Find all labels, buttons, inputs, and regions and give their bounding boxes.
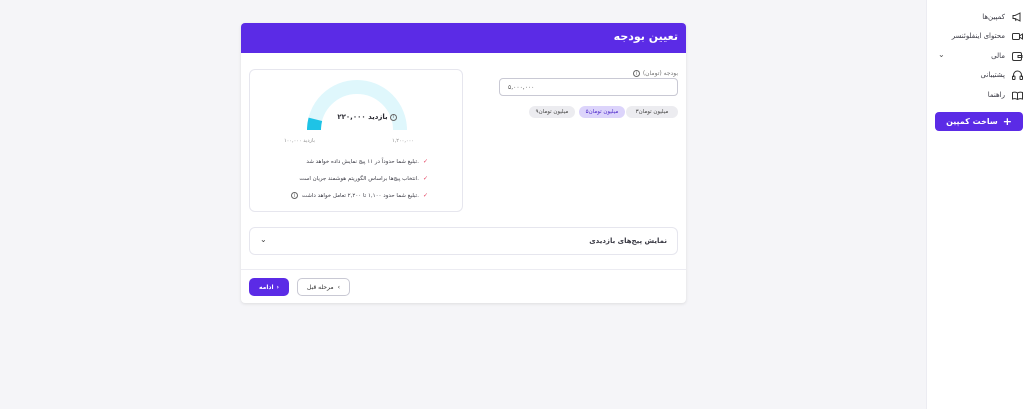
budget-chip-3m[interactable]: ۳میلیون تومان [626, 106, 678, 118]
estimate-bullet: انتخاب پیج‌ها براساس الگوریتم هوشمند جری… [299, 175, 428, 182]
budget-input[interactable] [499, 78, 678, 96]
budget-chip-5m[interactable]: ۵میلیون تومان [579, 106, 625, 118]
plus-icon: + [1002, 115, 1012, 128]
sidebar-item-campaigns[interactable]: کمپین‌ها [935, 9, 1023, 25]
budget-label-text: بودجه (تومان) [642, 70, 678, 77]
continue-label: ادامه [258, 283, 274, 291]
check-icon: ✓ [422, 158, 428, 165]
budget-chip-9m[interactable]: ۹میلیون تومان [529, 106, 575, 118]
sidebar-item-label: پشتیبانی [980, 71, 1005, 79]
card-header: تعیین بودجه [241, 23, 686, 53]
chevron-left-icon: ‹ [337, 283, 340, 291]
gauge-value-text: ۲۲۰,۰۰۰ بازدید [337, 113, 388, 121]
chevron-right-icon: › [276, 283, 280, 291]
gauge-fill [307, 117, 323, 131]
sidebar-item-support[interactable]: پشتیبانی [935, 67, 1023, 83]
check-icon: ✓ [422, 192, 428, 199]
estimate-bullet: تبلیغ شما حدوداً در ۱۱ پیج نمایش داده خو… [306, 158, 428, 165]
headphones-icon [1011, 69, 1023, 81]
gauge-min-label: ۱۰۰,۰۰۰ بازدید [284, 138, 315, 144]
info-icon[interactable]: i [389, 113, 397, 121]
estimate-bullet: i تبلیغ شما حدود ۱,۱۰۰ تا ۲,۲۰۰ تعامل خو… [290, 192, 428, 199]
sidebar-item-finance[interactable]: ⌄ مالی [935, 48, 1023, 64]
estimate-bullet-text: انتخاب پیج‌ها براساس الگوریتم هوشمند جری… [299, 175, 419, 182]
page-title: تعیین بودجه [613, 30, 678, 43]
chip-label: ۹میلیون تومان [535, 109, 569, 115]
previous-label: مرحله قبل [307, 283, 334, 291]
create-campaign-button[interactable]: ساخت کمپین + [935, 112, 1023, 131]
chip-label: ۳میلیون تومان [635, 109, 669, 115]
sidebar-item-guide[interactable]: راهنما [935, 87, 1023, 103]
sidebar-item-label: راهنما [987, 91, 1005, 99]
previous-step-button[interactable]: مرحله قبل ‹ [297, 278, 350, 296]
book-icon [1011, 89, 1023, 101]
estimate-bullet-text: تبلیغ شما حدوداً در ۱۱ پیج نمایش داده خو… [306, 158, 419, 165]
wallet-icon [1011, 50, 1023, 62]
check-icon: ✓ [422, 175, 428, 182]
chevron-down-icon[interactable]: ⌄ [938, 50, 945, 59]
continue-button[interactable]: ادامه › [249, 278, 289, 296]
divider [241, 269, 686, 270]
visit-gauge [307, 80, 407, 131]
chevron-down-icon: ⌄ [260, 235, 267, 244]
megaphone-icon [1011, 11, 1023, 23]
create-campaign-label: ساخت کمپین [946, 117, 998, 126]
sidebar: کمپین‌ها محتوای اینفلوئنسر ⌄ مالی پشتیبا… [926, 0, 1030, 409]
visit-estimate-panel: ۲۲۰,۰۰۰ بازدید i ۱۰۰,۰۰۰ بازدید ۱,۲۰۰,۰۰… [249, 69, 463, 212]
budget-label: i بودجه (تومان) [632, 70, 678, 77]
visited-pages-accordion[interactable]: ⌄ نمایش پیج‌های بازدیدی [249, 227, 678, 255]
sidebar-item-label: محتوای اینفلوئنسر [951, 32, 1005, 40]
sidebar-item-influencer-content[interactable]: محتوای اینفلوئنسر [935, 28, 1023, 44]
sidebar-item-label: مالی [991, 52, 1005, 60]
chip-label: ۵میلیون تومان [585, 109, 619, 115]
gauge-value: ۲۲۰,۰۰۰ بازدید i [332, 113, 402, 121]
info-icon[interactable]: i [290, 192, 298, 199]
video-icon [1011, 30, 1023, 42]
gauge-max-label: ۱,۲۰۰,۰۰۰ [392, 138, 414, 144]
estimate-bullet-text: تبلیغ شما حدود ۱,۱۰۰ تا ۲,۲۰۰ تعامل خواه… [301, 192, 419, 199]
accordion-title: نمایش پیج‌های بازدیدی [589, 237, 667, 245]
sidebar-item-label: کمپین‌ها [982, 13, 1005, 21]
budget-card: تعیین بودجه ۲۲۰,۰۰۰ بازدید i ۱۰۰,۰۰۰ باز… [241, 23, 686, 303]
gauge-track [307, 80, 407, 131]
info-icon[interactable]: i [632, 70, 640, 77]
